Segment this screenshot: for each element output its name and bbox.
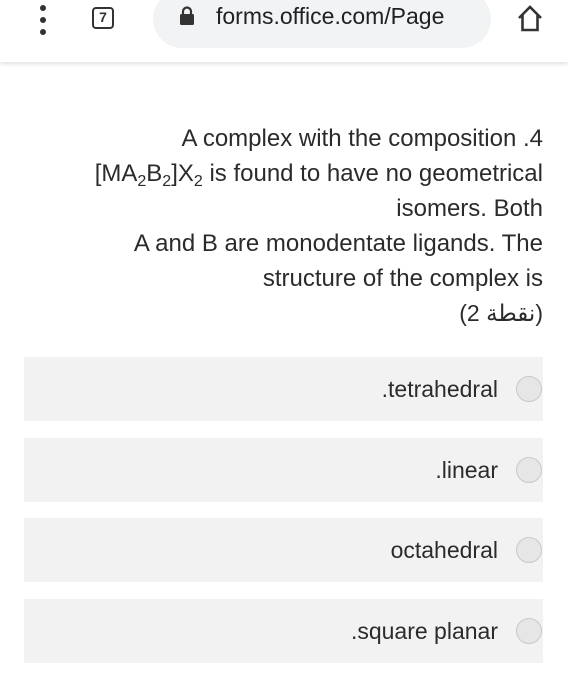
radio-button[interactable] [516,537,542,563]
option-tetrahedral[interactable]: .tetrahedral [24,357,543,421]
question-line-3: isomers. Both [396,195,543,222]
points-label: (2 نقطة) [459,300,543,326]
question-line-1: A complex with the composition .4 [13,121,543,156]
question-line-2-text: is found to have no geometrical [202,160,543,187]
radio-button[interactable] [516,457,542,483]
question-line-4: A and B are monodentate ligands. The [133,230,543,257]
tab-switcher-icon[interactable]: 7 [92,7,114,29]
question-text: A complex with the composition .4 [MA2B2… [13,121,543,331]
option-linear[interactable]: .linear [24,438,543,502]
menu-icon[interactable] [37,5,49,35]
address-bar[interactable]: forms.office.com/Page [153,0,491,48]
option-octahedral[interactable]: octahedral [24,518,543,582]
option-square-planar[interactable]: .square planar [24,599,543,663]
option-label: octahedral [390,537,498,563]
option-label: .linear [435,457,498,483]
browser-toolbar: 7 forms.office.com/Page [0,0,568,62]
url-text: forms.office.com/Page [216,3,445,29]
question-line-5: structure of the complex is [262,265,543,292]
lock-icon [180,6,194,25]
home-icon[interactable] [515,3,545,33]
chemical-formula: [MA2B2]X2 [94,160,203,190]
radio-button[interactable] [516,618,542,644]
question-line-2: [MA2B2]X2 is found to have no geometrica… [13,156,543,191]
option-label: .square planar [350,618,498,644]
question-number: .4 [522,125,543,152]
tab-count: 7 [99,9,107,25]
option-label: .tetrahedral [381,376,498,402]
question-line-1-text: A complex with the composition [181,125,517,152]
radio-button[interactable] [516,376,542,402]
